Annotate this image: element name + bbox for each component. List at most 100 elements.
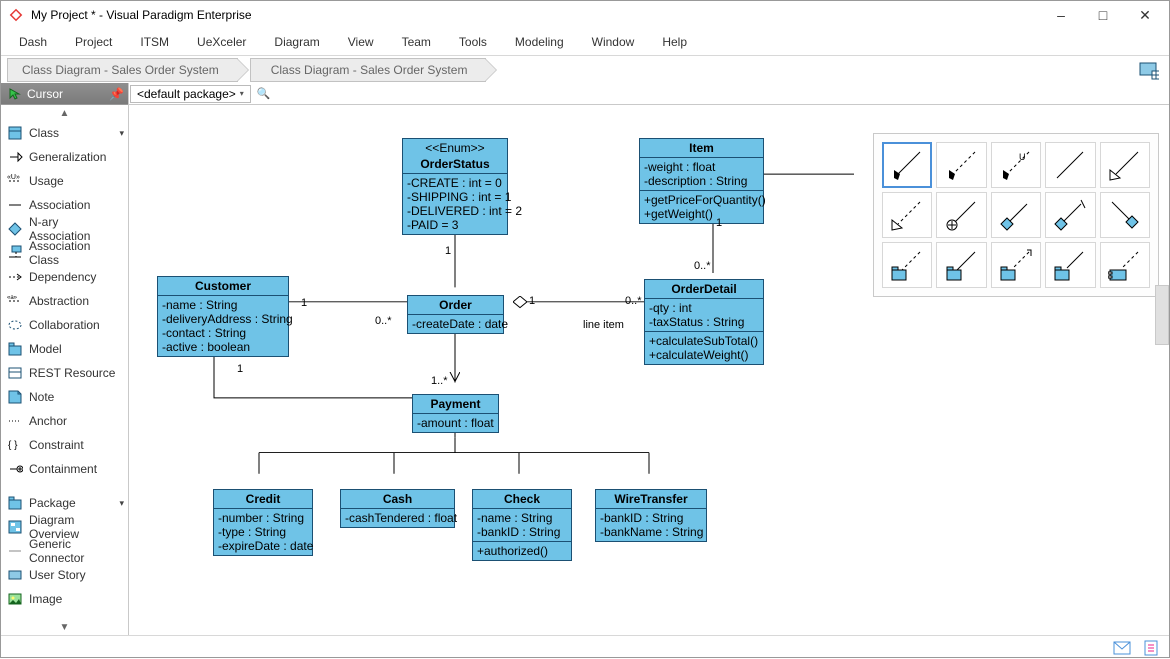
- package-selector[interactable]: <default package>: [130, 85, 251, 103]
- palette-scroll-down[interactable]: ▼: [1, 619, 128, 635]
- qc-aggregation-icon[interactable]: [991, 192, 1041, 238]
- palette-item-collaboration[interactable]: Collaboration: [1, 313, 128, 337]
- diagram-settings-icon[interactable]: [1139, 60, 1159, 80]
- qc-pkg-assoc-icon[interactable]: [936, 242, 986, 288]
- class-cash[interactable]: Cash -cashTendered : float: [340, 489, 455, 528]
- palette-item-association-class[interactable]: Association Class: [1, 241, 128, 265]
- class-payment[interactable]: Payment -amount : float: [412, 394, 499, 433]
- pin-icon[interactable]: 📌: [109, 87, 124, 101]
- palette-item-constraint[interactable]: { }Constraint: [1, 433, 128, 457]
- menu-diagram[interactable]: Diagram: [260, 31, 333, 53]
- attr: -name : String: [162, 298, 284, 312]
- qc-containment-icon[interactable]: [936, 192, 986, 238]
- menu-uexceler[interactable]: UeXceler: [183, 31, 260, 53]
- qc-usage-icon[interactable]: U: [991, 142, 1041, 188]
- palette-scroll-up[interactable]: ▲: [1, 105, 128, 121]
- attr: -SHIPPING : int = 1: [407, 190, 503, 204]
- class-ops: +calculateSubTotal() +calculateWeight(): [645, 331, 763, 364]
- op: +getPriceForQuantity(): [644, 193, 759, 207]
- containment-icon: [7, 461, 23, 477]
- palette-item-note[interactable]: Note: [1, 385, 128, 409]
- palette-item-n-ary-association[interactable]: N-ary Association: [1, 217, 128, 241]
- qc-pkg-comp-icon[interactable]: [1045, 242, 1095, 288]
- palette-item-label: Association Class: [29, 239, 122, 267]
- qc-component-icon[interactable]: [1100, 242, 1150, 288]
- palette-item-association[interactable]: Association: [1, 193, 128, 217]
- minimize-button[interactable]: –: [1049, 7, 1073, 24]
- class-name: OrderDetail: [645, 280, 763, 298]
- palette-item-rest-resource[interactable]: REST Resource: [1, 361, 128, 385]
- title-bar: My Project * - Visual Paradigm Enterpris…: [1, 1, 1169, 29]
- association-icon: [7, 197, 23, 213]
- note-page-icon[interactable]: [1143, 640, 1159, 656]
- menu-window[interactable]: Window: [578, 31, 649, 53]
- qc-realization-icon[interactable]: [882, 192, 932, 238]
- mail-icon[interactable]: [1113, 641, 1131, 655]
- attr: -bankID : String: [600, 511, 702, 525]
- class-order-detail[interactable]: OrderDetail -qty : int -taxStatus : Stri…: [644, 279, 764, 365]
- class-order-status[interactable]: <<Enum>> OrderStatus -CREATE : int = 0 -…: [402, 138, 508, 235]
- class-icon: [7, 125, 23, 141]
- palette-item-dependency[interactable]: Dependency: [1, 265, 128, 289]
- attr: -taxStatus : String: [649, 315, 759, 329]
- palette-item-label: Class: [29, 126, 59, 140]
- canvas-area[interactable]: <default package> 🔍: [129, 83, 1169, 635]
- search-icon[interactable]: 🔍: [257, 87, 271, 100]
- mult-label: 1: [237, 363, 243, 375]
- qc-generalization-icon[interactable]: [1100, 142, 1150, 188]
- menu-team[interactable]: Team: [388, 31, 445, 53]
- menu-dash[interactable]: Dash: [5, 31, 61, 53]
- mult-label: 1: [445, 245, 451, 257]
- cursor-icon: [9, 88, 21, 100]
- maximize-button[interactable]: □: [1091, 7, 1115, 24]
- class-check[interactable]: Check -name : String -bankID : String +a…: [472, 489, 572, 561]
- palette-item-label: Collaboration: [29, 318, 100, 332]
- palette-item-model[interactable]: Model: [1, 337, 128, 361]
- palette-item-label: Anchor: [29, 414, 67, 428]
- palette-item-abstraction[interactable]: «a»Abstraction: [1, 289, 128, 313]
- attr: -bankName : String: [600, 525, 702, 539]
- vertical-scrollbar[interactable]: [1155, 285, 1169, 345]
- class-item[interactable]: Item -weight : float -description : Stri…: [639, 138, 764, 224]
- menu-tools[interactable]: Tools: [445, 31, 501, 53]
- qc-association-icon[interactable]: [882, 142, 932, 188]
- menu-itsm[interactable]: ITSM: [126, 31, 183, 53]
- palette-item-generalization[interactable]: Generalization: [1, 145, 128, 169]
- palette-item-diagram-overview[interactable]: Diagram Overview: [1, 515, 128, 539]
- class-name: Credit: [214, 490, 312, 508]
- qc-line-icon[interactable]: [1045, 142, 1095, 188]
- diagram-canvas[interactable]: <<Enum>> OrderStatus -CREATE : int = 0 -…: [129, 105, 1169, 635]
- chevron-down-icon: ▾: [119, 498, 124, 509]
- class-wire-transfer[interactable]: WireTransfer -bankID : String -bankName …: [595, 489, 707, 542]
- qc-pkg-dep-icon[interactable]: [882, 242, 932, 288]
- class-name: Cash: [341, 490, 454, 508]
- breadcrumb-step-1[interactable]: Class Diagram - Sales Order System: [7, 58, 238, 82]
- palette-item-generic-connector[interactable]: Generic Connector: [1, 539, 128, 563]
- menu-view[interactable]: View: [334, 31, 388, 53]
- op: +authorized(): [477, 544, 567, 558]
- close-button[interactable]: ✕: [1133, 7, 1157, 24]
- qc-composition-icon[interactable]: [1045, 192, 1095, 238]
- qc-agg-diamond-icon[interactable]: [1100, 192, 1150, 238]
- qc-dependency-icon[interactable]: [936, 142, 986, 188]
- palette-item-containment[interactable]: Containment: [1, 457, 128, 481]
- class-name: OrderStatus: [403, 155, 507, 173]
- palette-item-image[interactable]: Image: [1, 587, 128, 611]
- palette-item-user-story[interactable]: User Story: [1, 563, 128, 587]
- palette-item-package[interactable]: Package▾: [1, 491, 128, 515]
- breadcrumb-step-2[interactable]: Class Diagram - Sales Order System: [250, 58, 487, 82]
- menu-modeling[interactable]: Modeling: [501, 31, 578, 53]
- class-customer[interactable]: Customer -name : String -deliveryAddress…: [157, 276, 289, 357]
- class-credit[interactable]: Credit -number : String -type : String -…: [213, 489, 313, 556]
- menu-help[interactable]: Help: [648, 31, 701, 53]
- class-order[interactable]: Order -createDate : date: [407, 295, 504, 334]
- palette-cursor-tool[interactable]: Cursor 📌: [1, 83, 128, 105]
- palette-item-class[interactable]: Class▾: [1, 121, 128, 145]
- menu-bar: Dash Project ITSM UeXceler Diagram View …: [1, 29, 1169, 55]
- menu-project[interactable]: Project: [61, 31, 126, 53]
- qc-pkg-gen-icon[interactable]: [991, 242, 1041, 288]
- attr: -type : String: [218, 525, 308, 539]
- quick-connector-panel[interactable]: U: [873, 133, 1159, 297]
- palette-item-usage[interactable]: «U»Usage: [1, 169, 128, 193]
- palette-item-anchor[interactable]: Anchor: [1, 409, 128, 433]
